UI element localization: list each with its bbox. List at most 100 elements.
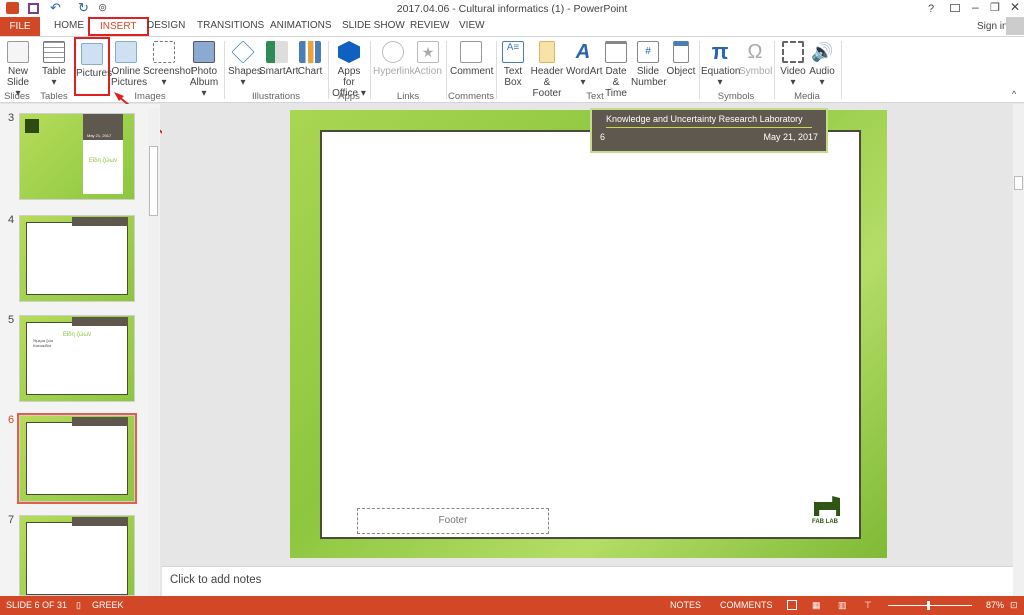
group-text: Text — [586, 91, 604, 102]
hyperlink-button[interactable]: Hyperlink — [373, 41, 415, 77]
thumb-date: May 21, 2017 — [83, 114, 123, 140]
thumbnails-scrollbar[interactable] — [148, 108, 159, 596]
thumb-title: Είδη ζώων — [83, 140, 123, 194]
editor-scrollbar[interactable] — [1013, 104, 1024, 596]
object-button[interactable]: Object — [666, 41, 696, 77]
divider — [446, 41, 447, 99]
online-pictures-button[interactable]: Online Pictures — [111, 41, 147, 88]
notes-pane[interactable]: Click to add notes — [162, 566, 1013, 596]
wordart-button[interactable]: A WordArt ▾ — [566, 41, 603, 88]
tab-view[interactable]: VIEW — [459, 20, 485, 31]
shapes-button[interactable]: Shapes ▾ — [228, 40, 262, 88]
fit-slide-icon[interactable]: ⊡ — [1010, 600, 1018, 611]
tab-review[interactable]: REVIEW — [410, 20, 449, 31]
footer-placeholder[interactable]: Footer — [357, 508, 549, 534]
header-footer-icon — [539, 41, 555, 63]
title-bar: ↶ ↻ ⊚ 2017.04.06 - Cultural informatics … — [0, 0, 1024, 17]
comment-icon — [460, 41, 482, 63]
divider — [224, 41, 225, 99]
slide-counter[interactable]: SLIDE 6 OF 31 — [6, 600, 67, 610]
smartart-icon — [266, 41, 288, 63]
smartart-button[interactable]: SmartArt — [259, 41, 298, 77]
slideshow-icon[interactable]: ⊤ — [864, 600, 872, 611]
star-icon: ★ — [417, 41, 439, 63]
slide-thumbnails-pane: 3 May 21, 2017 Είδη ζώων 4 5 Είδη ζώων Ή… — [0, 104, 160, 596]
normal-view-icon[interactable] — [787, 600, 797, 610]
new-slide-icon — [7, 41, 29, 63]
pictures-icon — [81, 43, 103, 65]
audio-button[interactable]: 🔊 Audio ▾ — [808, 41, 836, 88]
video-button[interactable]: Video ▾ — [779, 41, 807, 88]
slide-thumbnail-5[interactable]: Είδη ζώων Ήμερα ζώα Κατοικίδια — [19, 315, 135, 402]
chart-icon — [299, 41, 321, 63]
screenshot-button[interactable]: Screenshot ▾ — [143, 41, 194, 88]
divider — [699, 41, 700, 99]
language-indicator[interactable]: GREEK — [92, 600, 124, 610]
wordart-icon: A — [575, 41, 591, 63]
divider — [841, 41, 842, 99]
slide-date: May 21, 2017 — [763, 132, 818, 142]
action-button[interactable]: ★ Action — [414, 41, 442, 77]
group-symbols: Symbols — [717, 91, 755, 102]
divider — [774, 41, 775, 99]
slide-number: 6 — [600, 132, 606, 142]
photo-album-button[interactable]: Photo Album ▾ — [187, 41, 221, 99]
notes-placeholder: Click to add notes — [170, 574, 262, 586]
close-button[interactable]: ✕ — [1010, 0, 1020, 14]
group-media: Media — [794, 91, 820, 102]
zoom-level[interactable]: 87% — [986, 600, 1004, 610]
group-illustrations: Illustrations — [251, 91, 301, 102]
content-area[interactable] — [320, 130, 861, 539]
slide-thumbnail-7[interactable] — [19, 515, 135, 596]
group-links: Links — [396, 91, 420, 102]
slide-header-box[interactable]: Knowledge and Uncertainty Research Labor… — [590, 108, 828, 153]
collapse-ribbon-icon[interactable]: ^ — [1012, 89, 1016, 99]
thumbnail-number: 4 — [8, 214, 15, 226]
pictures-button[interactable]: Pictures — [74, 37, 112, 96]
help-button[interactable]: ? — [928, 3, 934, 15]
calendar-icon — [605, 41, 627, 63]
chart-button[interactable]: Chart — [297, 41, 323, 77]
comment-button[interactable]: Comment — [450, 41, 493, 77]
notes-button[interactable]: NOTES — [670, 600, 701, 610]
header-footer-button[interactable]: Header & Footer — [529, 41, 565, 99]
ribbon-tabs: HOME INSERT DESIGN TRANSITIONS ANIMATION… — [0, 17, 1024, 36]
table-button[interactable]: Table ▾ — [40, 41, 68, 88]
thumbnail-number: 5 — [8, 314, 15, 326]
tab-insert[interactable]: INSERT — [88, 17, 149, 36]
tab-animations[interactable]: ANIMATIONS — [270, 20, 331, 31]
group-apps: Apps — [338, 91, 360, 102]
tab-slide-show[interactable]: SLIDE SHOW — [342, 20, 405, 31]
thumbnail-number: 6 — [8, 414, 15, 426]
zoom-thumb[interactable] — [927, 601, 930, 610]
tab-transitions[interactable]: TRANSITIONS — [197, 20, 264, 31]
slide-thumbnail-3[interactable]: May 21, 2017 Είδη ζώων — [19, 113, 135, 200]
speaker-icon: 🔊 — [811, 42, 834, 62]
minimize-button[interactable]: – — [972, 0, 979, 14]
status-bar: SLIDE 6 OF 31 ▯ GREEK NOTES COMMENTS ▦ ▥… — [0, 596, 1024, 615]
sign-in-link[interactable]: Sign in — [977, 21, 1008, 32]
slide-thumbnail-4[interactable] — [19, 215, 135, 302]
slide-thumbnail-6[interactable] — [17, 413, 137, 504]
avatar[interactable] — [1006, 17, 1024, 35]
tab-file[interactable]: FILE — [0, 17, 40, 36]
text-box-button[interactable]: A≡ Text Box — [500, 41, 526, 88]
slide-canvas[interactable]: Knowledge and Uncertainty Research Labor… — [290, 108, 887, 558]
omega-icon: Ω — [747, 41, 763, 63]
restore-button[interactable]: ❐ — [990, 1, 1000, 14]
equation-button[interactable]: π Equation ▾ — [701, 41, 740, 89]
tab-design[interactable]: DESIGN — [147, 20, 185, 31]
comments-button[interactable]: COMMENTS — [720, 600, 773, 610]
tab-home[interactable]: HOME — [54, 20, 84, 31]
ribbon-display-icon[interactable] — [950, 4, 960, 12]
group-slides: Slides — [4, 91, 30, 102]
slide-sorter-icon[interactable]: ▦ — [812, 600, 821, 611]
spellcheck-icon[interactable]: ▯ — [76, 600, 81, 611]
film-icon — [782, 41, 804, 63]
slide-number-button[interactable]: # Slide Number — [631, 41, 667, 88]
dog-logo-icon — [25, 119, 39, 133]
text-box-icon: A≡ — [502, 41, 524, 63]
zoom-slider[interactable] — [888, 605, 972, 606]
reading-view-icon[interactable]: ▥ — [838, 600, 847, 611]
symbol-button[interactable]: Ω Symbol — [739, 41, 772, 77]
